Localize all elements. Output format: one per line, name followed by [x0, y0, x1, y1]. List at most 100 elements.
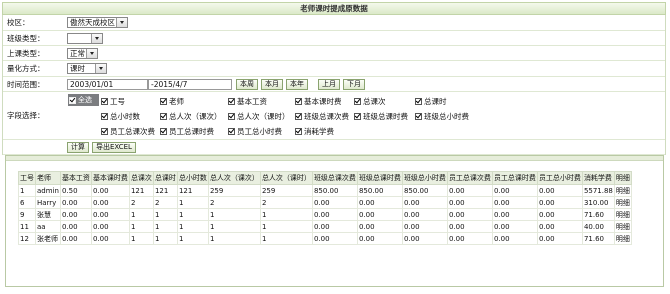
field-checkbox[interactable]: 总人次（课次） [160, 111, 222, 122]
table-cell: 0.00 [446, 220, 493, 233]
table-cell: 850.00 [356, 184, 403, 197]
field-checkbox[interactable]: 员工总课次费 [101, 126, 155, 137]
this-week-button[interactable]: 本周 [236, 78, 258, 90]
checkbox-check-icon [101, 128, 108, 135]
date-from-input[interactable]: 2003/01/01 [67, 78, 148, 90]
field-checkbox[interactable]: 班级总课次费 [295, 111, 349, 122]
table-cell: 0.00 [90, 220, 130, 233]
table-cell: 310.00 [581, 196, 615, 209]
table-cell: 0.00 [90, 196, 130, 209]
table-cell: 0.00 [59, 208, 92, 221]
table-cell: 0.00 [401, 232, 448, 245]
field-checkbox[interactable]: 基本工资 [228, 96, 267, 107]
date-to-input[interactable]: -2015/4/7 [148, 78, 232, 90]
field-checkbox[interactable]: 工号 [101, 96, 125, 107]
next-month-button[interactable]: 下月 [343, 78, 365, 90]
table-cell: 1 [152, 220, 178, 233]
table-cell: 0.00 [401, 220, 448, 233]
field-checkbox[interactable]: 总小时数 [101, 111, 140, 122]
checkbox-check-icon [354, 113, 361, 120]
checkbox-check-icon [228, 98, 235, 105]
table-cell: 张老师 [35, 232, 61, 245]
table-cell: 0.00 [491, 220, 538, 233]
checkbox-check-icon [295, 98, 302, 105]
table-cell: 850.00 [401, 184, 448, 197]
table-cell: 0.00 [311, 232, 358, 245]
detail-link[interactable]: 明细 [613, 220, 632, 233]
calculate-button[interactable]: 计算 [67, 141, 89, 153]
column-header: 基本课时费 [90, 171, 130, 185]
column-header: 总人次（课次） [207, 171, 261, 185]
chevron-down-icon [116, 18, 127, 27]
field-checkbox[interactable]: 消耗学费 [295, 126, 334, 137]
results-table: 工号 老师 基本工资 基本课时费 总课次 总课时 总小时数 总人次（课次） 总人次（课时） 班级总… [18, 171, 632, 245]
checkbox-check-icon [228, 128, 235, 135]
detail-link[interactable]: 明细 [613, 196, 632, 209]
field-checkbox[interactable]: 总课次 [354, 96, 386, 107]
detail-link[interactable]: 明细 [613, 232, 632, 245]
table-cell: Harry [35, 196, 61, 209]
column-header: 总小时数 [176, 171, 209, 185]
field-checkbox[interactable]: 班级总课时费 [354, 111, 408, 122]
checkbox-check-icon [295, 128, 302, 135]
table-cell: 1 [207, 220, 261, 233]
field-checkbox[interactable]: 老师 [160, 96, 184, 107]
select-all-checkbox[interactable]: 全选 [68, 94, 99, 106]
school-select[interactable]: 傲然天成校区 [67, 17, 128, 28]
table-cell: 0.00 [356, 196, 403, 209]
table-cell: 0.00 [536, 196, 583, 209]
column-header: 老师 [35, 171, 61, 185]
column-header: 班级总课时费 [356, 171, 403, 185]
class-type-select[interactable] [67, 32, 103, 44]
table-cell: 1 [259, 220, 313, 233]
table-cell: 0.00 [446, 232, 493, 245]
field-checkbox[interactable]: 班级总小时费 [415, 111, 469, 122]
school-row: 校区： 傲然天成校区 [3, 15, 665, 31]
detail-link[interactable]: 明细 [613, 208, 632, 221]
table-cell: 121 [176, 184, 209, 197]
table-cell: 0.00 [491, 184, 538, 197]
field-checkbox[interactable]: 基本课时费 [295, 96, 342, 107]
checkbox-check-icon [160, 98, 167, 105]
table-cell: 1 [128, 208, 154, 221]
field-checkbox[interactable]: 员工总小时费 [228, 126, 282, 137]
table-cell: 0.00 [401, 208, 448, 221]
checkbox-check-icon [354, 98, 361, 105]
table-cell: 5571.88 [581, 184, 615, 197]
field-checkbox[interactable]: 员工总课时费 [160, 126, 214, 137]
chevron-down-icon [95, 64, 106, 73]
field-checkbox[interactable]: 总课时 [415, 96, 447, 107]
table-cell: 40.00 [581, 220, 615, 233]
column-header: 消耗学费 [581, 171, 615, 185]
quant-select[interactable]: 课时 [67, 63, 107, 74]
table-cell: 1 [207, 208, 261, 221]
table-cell: 0.00 [491, 208, 538, 221]
table-cell: 1 [259, 232, 313, 245]
this-month-button[interactable]: 本月 [261, 78, 283, 90]
table-row: 6 Harry 0.00 0.00 2 2 1 2 2 0.00 0.00 0.00 0.00 0.00 0… [18, 196, 632, 209]
table-cell: 259 [259, 184, 313, 197]
table-cell: 850.00 [311, 184, 358, 197]
table-row: 12 张老师 0.00 0.00 1 1 1 1 1 0.00 0.00 0.00 0.00 0.00 0.… [18, 232, 632, 245]
table-row: 1 admin 0.50 0.00 121 121 121 259 259 850.00 850.0… [18, 184, 632, 197]
checkbox-check-icon [160, 113, 167, 120]
table-cell: 0.00 [59, 232, 92, 245]
table-cell: 1 [207, 232, 261, 245]
school-select-value: 傲然天成校区 [70, 18, 115, 27]
export-excel-button[interactable]: 导出EXCEL [92, 141, 136, 153]
table-cell: 0.00 [311, 220, 358, 233]
detail-link[interactable]: 明细 [613, 184, 632, 197]
field-checkbox[interactable]: 总人次（课时） [228, 111, 290, 122]
table-cell: 0.00 [59, 196, 92, 209]
table-cell: 11 [18, 220, 36, 233]
table-cell: 0.00 [401, 196, 448, 209]
quant-row: 量化方式： 课时 [3, 61, 665, 77]
checkbox-check-icon [228, 113, 235, 120]
table-cell: 6 [18, 196, 36, 209]
this-year-button[interactable]: 本年 [286, 78, 308, 90]
checkbox-check-icon [69, 96, 76, 104]
lesson-type-select[interactable]: 正常 [67, 47, 98, 59]
last-month-button[interactable]: 上月 [318, 78, 340, 90]
table-cell: 0.00 [90, 184, 130, 197]
table-cell: 0.00 [446, 184, 493, 197]
